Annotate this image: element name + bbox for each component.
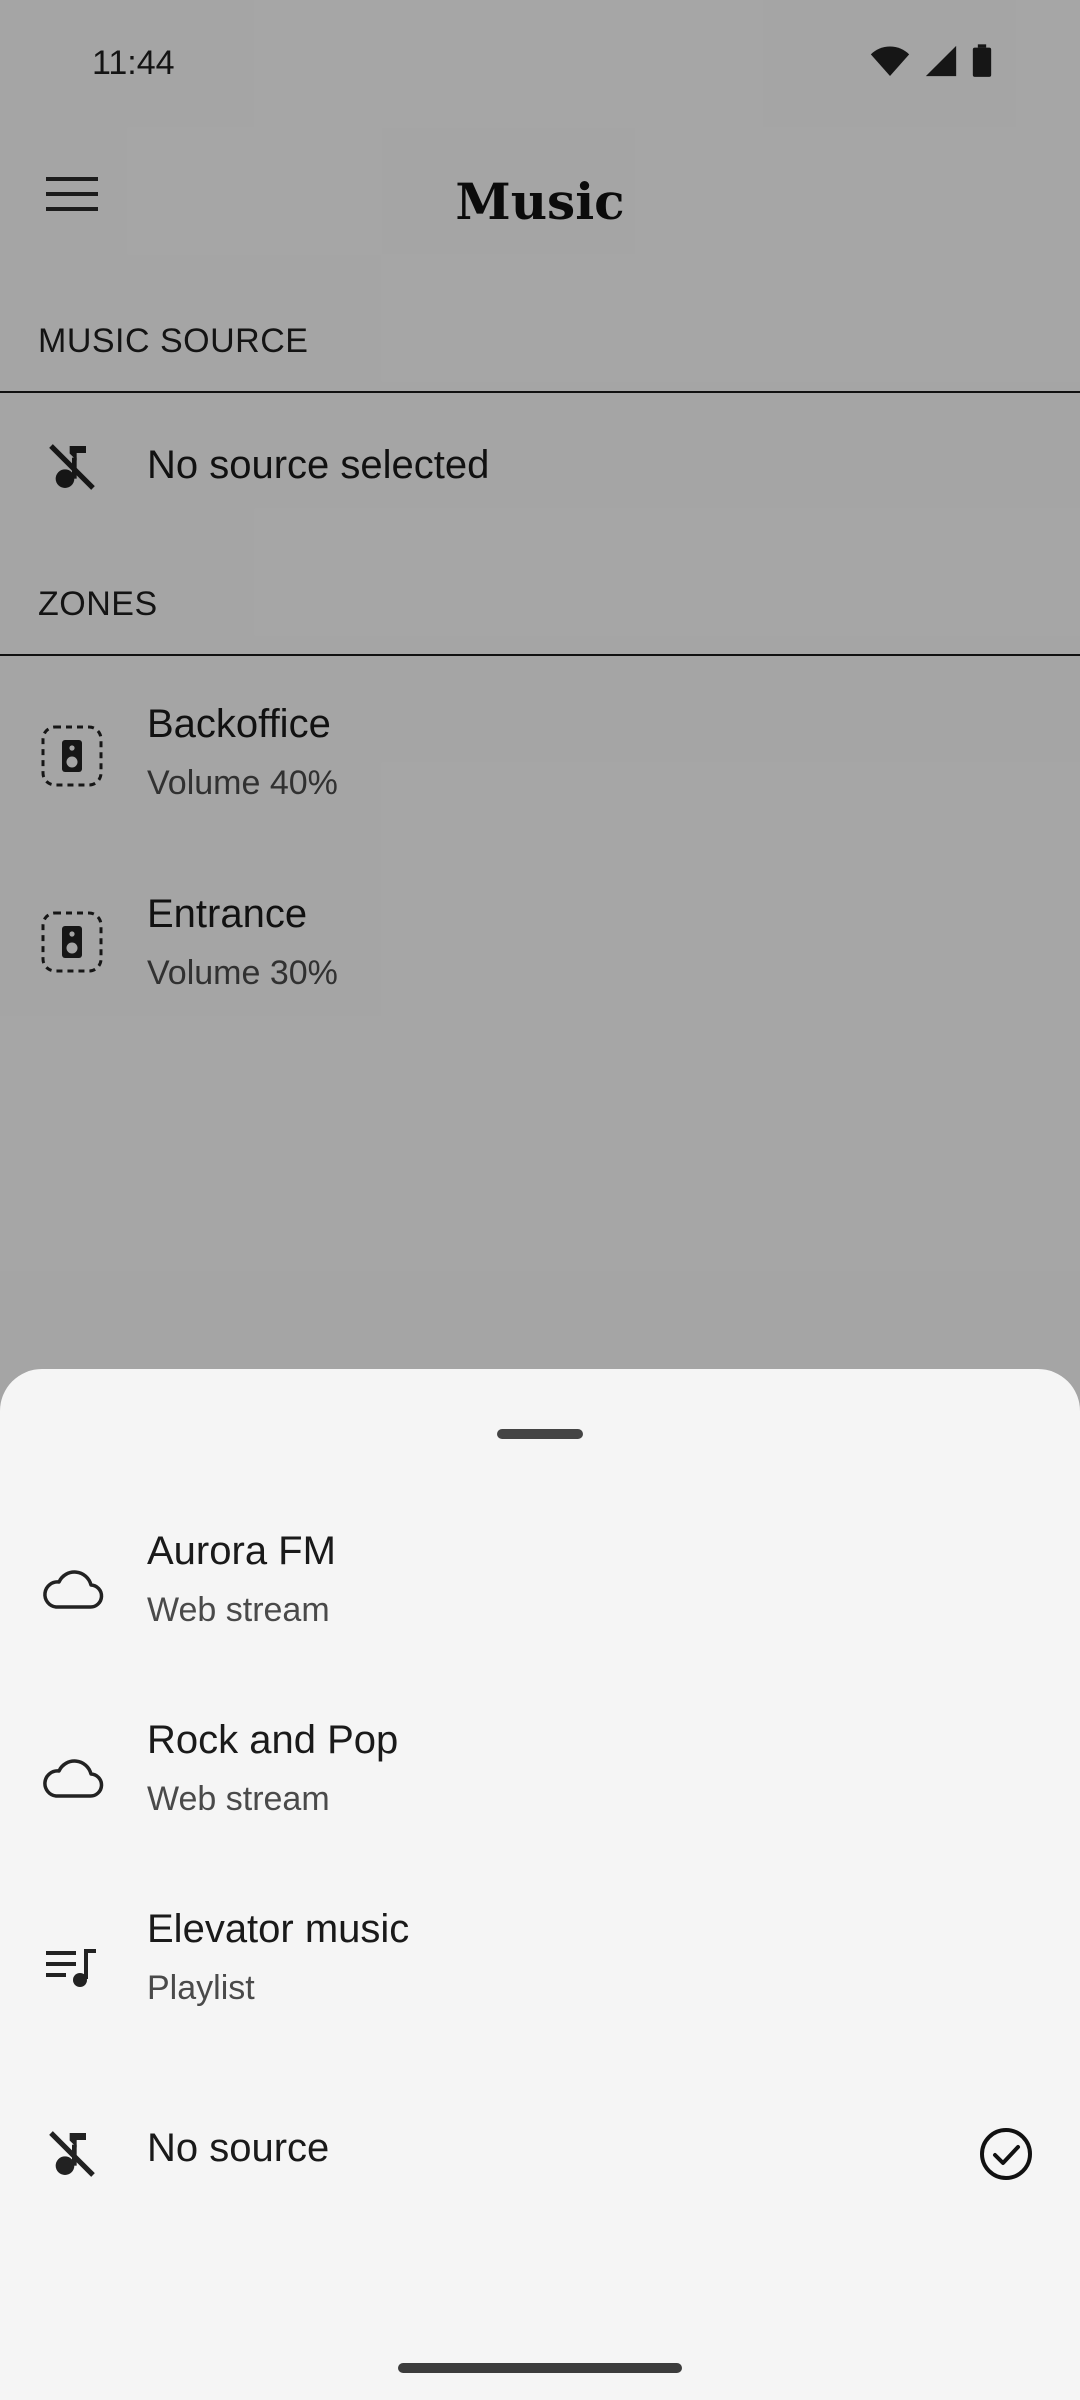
playlist-icon: [36, 1931, 108, 2003]
source-option[interactable]: Elevator music Playlist: [0, 1877, 1080, 2057]
music-off-icon: [36, 2118, 108, 2190]
source-option-selected[interactable]: No source: [0, 2064, 1080, 2244]
source-name: Elevator music: [147, 1907, 410, 1951]
source-name: Aurora FM: [147, 1529, 336, 1573]
navigation-handle[interactable]: [398, 2363, 682, 2373]
source-option[interactable]: Aurora FM Web stream: [0, 1499, 1080, 1679]
source-type: Web stream: [147, 1780, 330, 1818]
cloud-icon: [36, 1553, 108, 1625]
source-type: Playlist: [147, 1969, 255, 2007]
cloud-icon: [36, 1742, 108, 1814]
source-type: Web stream: [147, 1591, 330, 1629]
drag-handle[interactable]: [497, 1429, 583, 1439]
check-circle-icon: [976, 2124, 1036, 2184]
source-name: Rock and Pop: [147, 1718, 399, 1762]
source-name: No source: [147, 2126, 330, 2170]
source-bottom-sheet: Aurora FM Web stream Rock and Pop Web st…: [0, 1369, 1080, 2400]
source-option[interactable]: Rock and Pop Web stream: [0, 1688, 1080, 1868]
